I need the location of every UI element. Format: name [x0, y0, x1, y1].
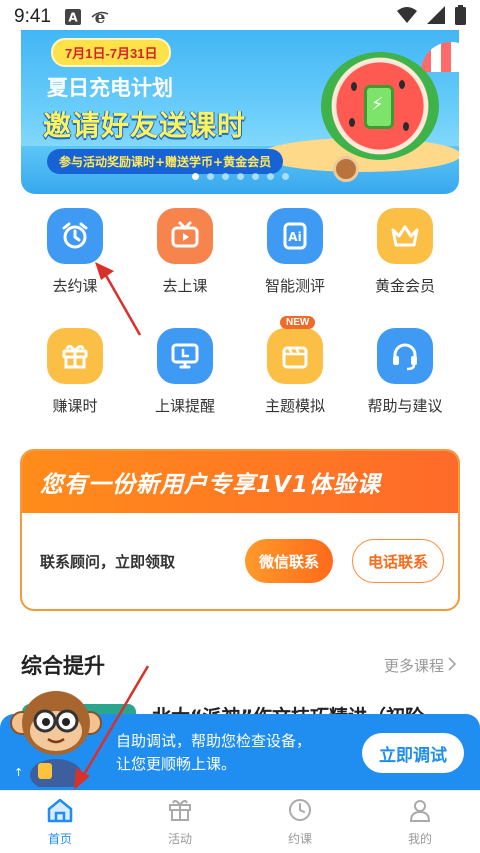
- clock-icon: [287, 797, 313, 827]
- gift-icon: [167, 797, 193, 827]
- svg-text:e: e: [95, 8, 106, 26]
- nav-label: 活动: [167, 832, 192, 846]
- trial-class-title: 您有一份新用户专享1V1体验课: [40, 472, 381, 498]
- action-gold-membership[interactable]: 黄金会员: [350, 208, 460, 296]
- action-help-feedback[interactable]: 帮助与建议: [350, 328, 460, 416]
- nav-mine[interactable]: 我的: [360, 791, 480, 853]
- crown-icon: [377, 208, 433, 264]
- alarm-clock-icon: [47, 208, 103, 264]
- action-smart-assessment[interactable]: Ai 智能测评: [240, 208, 350, 296]
- nav-activity[interactable]: 活动: [120, 791, 240, 853]
- nav-booking[interactable]: 约课: [240, 791, 360, 853]
- carousel-dot[interactable]: [281, 173, 289, 180]
- gift-icon: [47, 328, 103, 384]
- person-icon: [407, 797, 433, 827]
- new-badge: NEW: [280, 316, 316, 329]
- action-label: 帮助与建议: [367, 397, 443, 415]
- banner-tagline: 参与活动奖励课时+赠送学币+黄金会员: [47, 149, 284, 174]
- browser-icon: e: [91, 8, 109, 26]
- trial-class-body: 联系顾问，立即领取 微信联系 电话联系: [22, 513, 458, 609]
- more-courses-link[interactable]: 更多课程: [383, 655, 457, 676]
- clapperboard-icon: NEW: [267, 316, 323, 384]
- more-courses-label: 更多课程: [383, 657, 444, 675]
- action-label: 智能测评: [264, 277, 325, 295]
- carousel-dot[interactable]: [221, 173, 229, 180]
- action-book-class[interactable]: 去约课: [20, 208, 130, 296]
- carousel-dot[interactable]: [251, 173, 259, 180]
- banner-date: 7月1日-7月31日: [51, 38, 172, 67]
- status-bar: 9:41 A e: [0, 0, 480, 34]
- battery-charge-icon: [364, 85, 394, 129]
- home-icon: [46, 797, 74, 827]
- debug-now-button[interactable]: 立即调试: [362, 733, 464, 773]
- action-theme-simulation[interactable]: NEW 主题模拟: [240, 316, 350, 416]
- action-earn-hours[interactable]: 赚课时: [20, 328, 130, 416]
- phone-contact-button[interactable]: 电话联系: [352, 539, 444, 583]
- device-check-line-1: 自助调试，帮助您检查设备，: [116, 732, 312, 750]
- banner-subtitle: 夏日充电计划: [47, 76, 173, 100]
- monkey-mascot-icon: [8, 683, 104, 791]
- chevron-right-icon: [448, 656, 457, 675]
- trial-class-card: 您有一份新用户专享1V1体验课 联系顾问，立即领取 微信联系 电话联系: [20, 449, 460, 611]
- umbrella-icon: [421, 42, 459, 72]
- nav-label: 约课: [287, 832, 312, 846]
- action-label: 黄金会员: [374, 277, 435, 295]
- headset-icon: [377, 328, 433, 384]
- action-label: 赚课时: [52, 397, 98, 415]
- wifi-icon: [397, 6, 417, 28]
- font-icon: A: [64, 9, 81, 25]
- tv-icon: [157, 208, 213, 264]
- section-title: 综合提升: [21, 654, 105, 678]
- svg-text:Ai: Ai: [288, 230, 301, 244]
- trial-class-header: 您有一份新用户专享1V1体验课: [22, 451, 458, 513]
- status-time: 9:41: [14, 6, 51, 27]
- monitor-icon: [157, 328, 213, 384]
- device-check-text: 自助调试，帮助您检查设备， 让您更顺畅上课。: [116, 730, 311, 776]
- nav-label: 首页: [47, 832, 72, 846]
- battery-icon: [455, 4, 466, 30]
- carousel-dot[interactable]: [266, 173, 274, 180]
- carousel-dot[interactable]: [191, 173, 199, 180]
- banner-title: 邀请好友送课时: [43, 109, 247, 142]
- wechat-contact-button[interactable]: 微信联系: [245, 539, 333, 583]
- carousel-dots[interactable]: [21, 173, 459, 180]
- action-label: 上课提醒: [154, 397, 215, 415]
- bottom-nav: 首页 活动 约课 我的: [0, 790, 480, 853]
- action-go-to-class[interactable]: 去上课: [130, 208, 240, 296]
- promo-banner[interactable]: 7月1日-7月31日 夏日充电计划 邀请好友送课时 参与活动奖励课时+赠送学币+…: [21, 30, 459, 194]
- carousel-dot[interactable]: [236, 173, 244, 180]
- action-label: 去约课: [52, 277, 98, 295]
- carousel-dot[interactable]: [206, 173, 214, 180]
- trial-class-text: 联系顾问，立即领取: [40, 552, 176, 571]
- action-label: 去上课: [162, 277, 208, 295]
- device-check-line-2: 让您更顺畅上课。: [116, 755, 237, 773]
- nav-label: 我的: [407, 832, 432, 846]
- ai-icon: Ai: [267, 208, 323, 264]
- svg-text:A: A: [68, 11, 78, 25]
- nav-home[interactable]: 首页: [0, 791, 120, 853]
- action-label: 主题模拟: [264, 397, 325, 415]
- signal-icon: [427, 5, 445, 29]
- action-class-reminder[interactable]: 上课提醒: [130, 328, 240, 416]
